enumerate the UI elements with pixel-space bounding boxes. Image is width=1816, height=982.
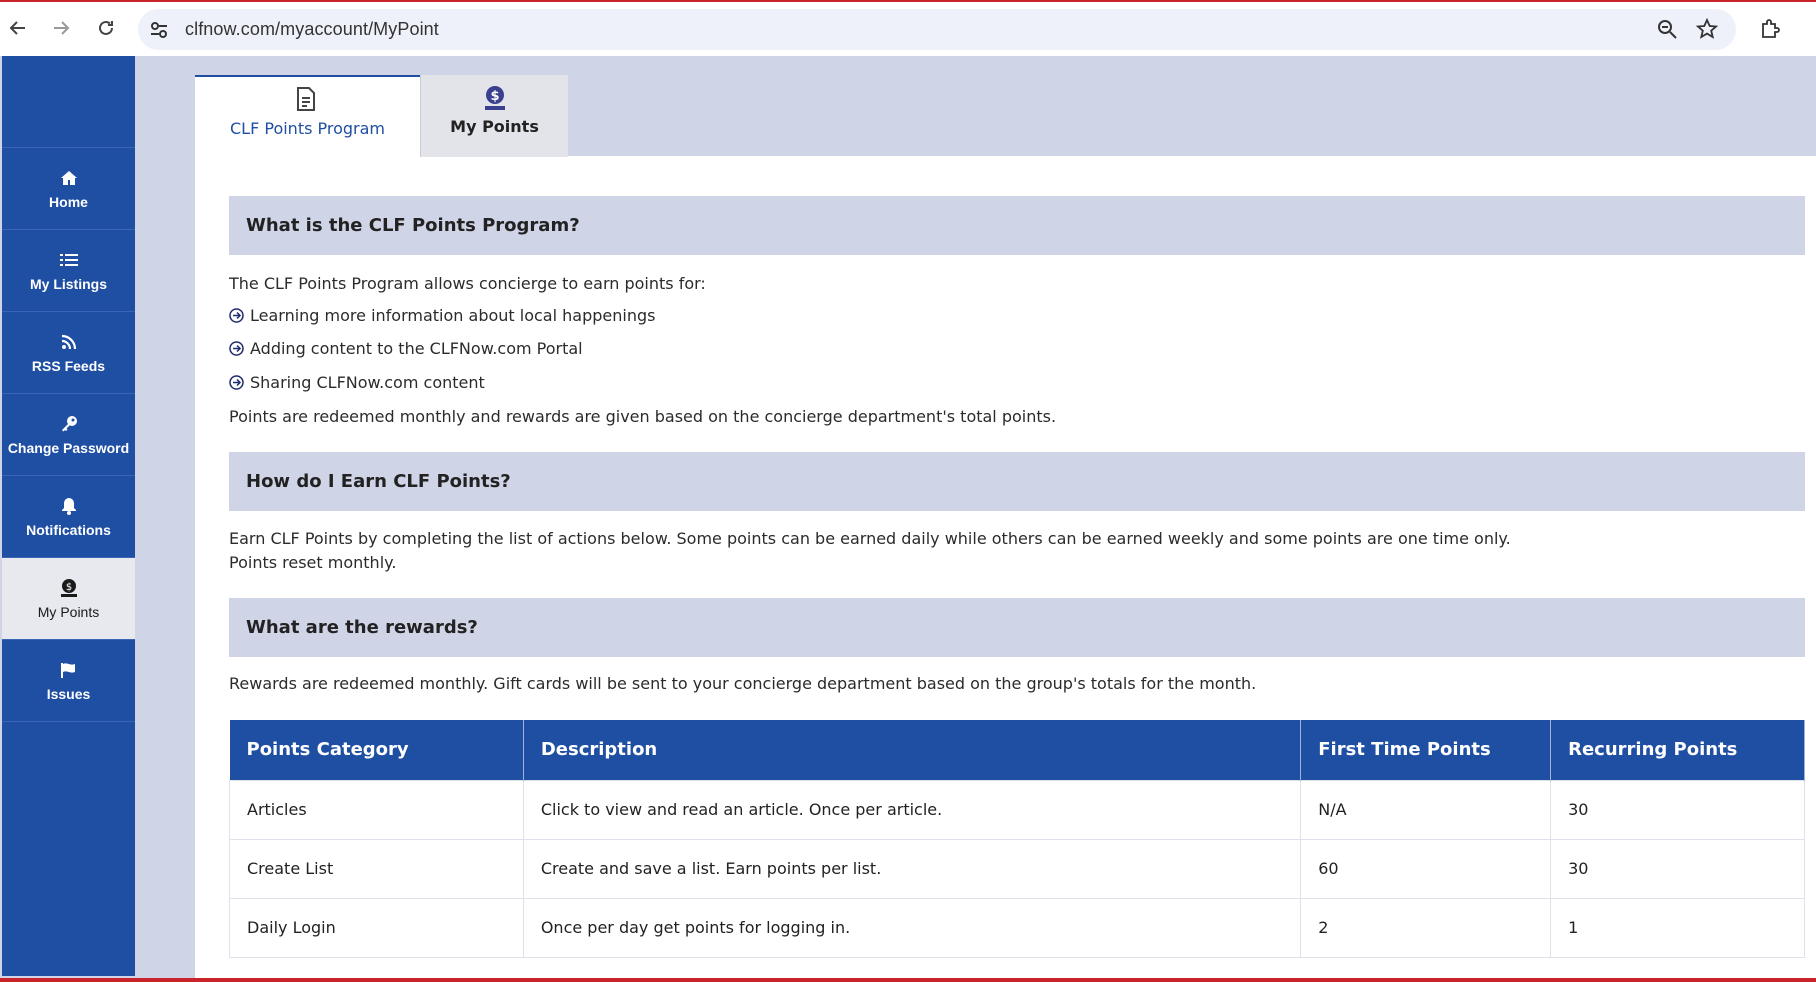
svg-text:$: $: [490, 89, 499, 104]
reload-icon[interactable]: [90, 12, 122, 44]
circle-arrow-icon: [229, 341, 244, 356]
earn-description-text: Earn CLF Points by completing the list o…: [229, 529, 1511, 548]
cell-description: Click to view and read an article. Once …: [522, 779, 1302, 840]
cell-category: Articles: [229, 779, 524, 840]
tab-my-points[interactable]: $ My Points: [420, 75, 568, 157]
forward-icon[interactable]: [45, 12, 77, 44]
cell-recurring: 30: [1550, 838, 1805, 899]
flag-icon: [59, 660, 79, 680]
sidebar-item-label: My Points: [37, 603, 100, 620]
list-item: Sharing CLFNow.com content: [229, 373, 485, 392]
cell-description: Create and save a list. Earn points per …: [522, 838, 1302, 899]
window-bottom-border: [0, 978, 1816, 982]
points-icon: $: [483, 85, 507, 111]
sidebar-item-notifications[interactable]: Notifications: [2, 476, 135, 558]
tab-clf-points-program[interactable]: CLF Points Program: [195, 75, 420, 157]
cell-first-time: 2: [1300, 897, 1552, 958]
points-table: Points Category Description First Time P…: [229, 720, 1805, 958]
circle-arrow-icon: [229, 375, 244, 390]
cell-description: Once per day get points for logging in.: [522, 897, 1302, 958]
document-icon: [296, 87, 320, 113]
column-header: Description: [523, 720, 1302, 780]
extensions-icon[interactable]: [1758, 17, 1784, 43]
list-item-text: Sharing CLFNow.com content: [250, 373, 485, 392]
tab-label: My Points: [450, 117, 539, 136]
address-bar[interactable]: clfnow.com/myaccount/MyPoint: [138, 9, 1736, 50]
site-settings-icon[interactable]: [148, 19, 170, 41]
sidebar-item-home[interactable]: Home: [2, 148, 135, 230]
cell-category: Daily Login: [229, 897, 524, 958]
column-header: Recurring Points: [1550, 720, 1805, 780]
cell-first-time: 60: [1300, 838, 1552, 899]
column-header: Points Category: [229, 720, 524, 780]
cell-category: Create List: [229, 838, 524, 899]
cell-recurring: 1: [1550, 897, 1805, 958]
list-item: Adding content to the CLFNow.com Portal: [229, 339, 583, 358]
sidebar-header: [2, 56, 135, 148]
table-header-row: Points Category Description First Time P…: [229, 720, 1805, 780]
bell-icon: [59, 496, 79, 516]
tab-label: CLF Points Program: [229, 119, 386, 138]
list-icon: [59, 250, 79, 270]
sidebar-item-label: Change Password: [7, 439, 130, 456]
sidebar-item-label: Home: [49, 193, 88, 210]
column-header: First Time Points: [1300, 720, 1552, 780]
sidebar-item-label: Issues: [46, 685, 91, 702]
zoom-icon[interactable]: [1656, 18, 1680, 42]
sidebar-item-label: My Listings: [29, 275, 107, 292]
section-heading-rewards: What are the rewards?: [229, 598, 1805, 657]
list-item-text: Learning more information about local ha…: [250, 306, 656, 325]
circle-arrow-icon: [229, 308, 244, 323]
points-reset-text: Points reset monthly.: [229, 553, 397, 572]
section-heading-how-earn: How do I Earn CLF Points?: [229, 452, 1805, 511]
points-icon: $: [59, 578, 79, 598]
sidebar-item-label: RSS Feeds: [31, 357, 106, 374]
table-row: Articles Click to view and read an artic…: [229, 779, 1805, 840]
sidebar: Home My Listings RSS Feeds Change Passwo…: [2, 56, 135, 976]
browser-toolbar: clfnow.com/myaccount/MyPoint: [0, 0, 1816, 56]
rss-icon: [59, 332, 79, 352]
bookmark-star-icon[interactable]: [1695, 17, 1720, 42]
sidebar-item-my-listings[interactable]: My Listings: [2, 230, 135, 312]
redeem-note-text: Points are redeemed monthly and rewards …: [229, 407, 1057, 426]
list-item-text: Adding content to the CLFNow.com Portal: [250, 339, 583, 358]
rewards-text: Rewards are redeemed monthly. Gift cards…: [229, 674, 1257, 693]
sidebar-item-change-password[interactable]: Change Password: [2, 394, 135, 476]
svg-text:$: $: [65, 582, 71, 593]
home-icon: [59, 168, 79, 188]
sidebar-item-label: Notifications: [26, 521, 111, 538]
list-item: Learning more information about local ha…: [229, 306, 655, 325]
cell-first-time: N/A: [1300, 779, 1552, 840]
cell-recurring: 30: [1550, 779, 1805, 840]
sidebar-item-my-points[interactable]: $ My Points: [2, 558, 135, 640]
back-icon[interactable]: [2, 12, 34, 44]
sidebar-item-issues[interactable]: Issues: [2, 640, 135, 722]
url-text[interactable]: clfnow.com/myaccount/MyPoint: [185, 19, 439, 40]
table-row: Create List Create and save a list. Earn…: [229, 838, 1805, 899]
key-icon: [59, 414, 79, 434]
sidebar-item-rss-feeds[interactable]: RSS Feeds: [2, 312, 135, 394]
program-intro-text: The CLF Points Program allows concierge …: [229, 274, 706, 293]
table-row: Daily Login Once per day get points for …: [229, 897, 1805, 958]
section-heading-what-is: What is the CLF Points Program?: [229, 196, 1805, 255]
